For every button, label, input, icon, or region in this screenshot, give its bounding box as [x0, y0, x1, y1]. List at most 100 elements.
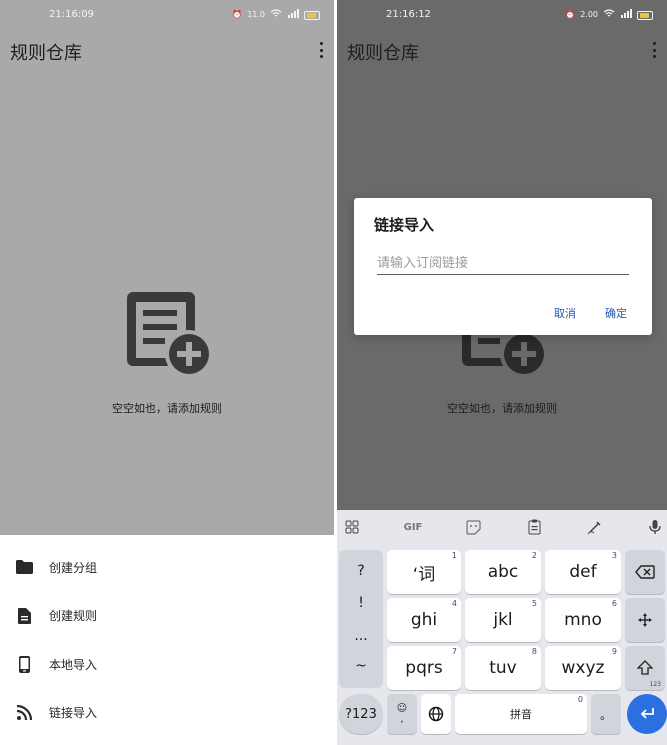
right-screen: 21:16:12 ⏰ 2.00 规则仓库 空空如也，请添加规则 链接导入 请输入… [337, 0, 667, 745]
status-bar: 21:16:12 ⏰ 2.00 [337, 0, 667, 32]
subscription-link-input[interactable] [377, 253, 629, 275]
key-hint: 6 [611, 599, 617, 608]
mic-icon[interactable] [645, 518, 665, 536]
key-label: ‘词 [412, 564, 436, 585]
left-screen: 21:16:09 ⏰ 11.0 规则仓库 空空如也，请添加规则 创建分组 创建规… [0, 0, 334, 745]
status-bar: 21:16:09 ⏰ 11.0 [0, 0, 334, 32]
status-time: 21:16:09 [49, 9, 94, 20]
key-4[interactable]: ghi 4 [387, 598, 461, 642]
key-label: def [569, 562, 597, 582]
key-label: tuv [489, 658, 517, 678]
key-7[interactable]: pqrs 7 [387, 646, 461, 690]
key-label: pqrs [405, 658, 443, 678]
status-icons: ⏰ 2.00 [565, 9, 653, 21]
keyboard-toolbar: GIF [337, 510, 667, 543]
sheet-item-create-rule[interactable]: 创建规则 [0, 592, 334, 641]
more-options-icon[interactable] [651, 42, 657, 58]
shift-icon [637, 660, 653, 675]
key-label: mno [564, 610, 602, 630]
emoji-comma-key[interactable]: ☺ , [387, 694, 417, 734]
key-hint: 2 [531, 551, 537, 560]
cursor-move-key[interactable] [625, 598, 665, 642]
key-hint: 1 [451, 551, 457, 560]
key-hint: 4 [451, 599, 457, 608]
confirm-button[interactable]: 确定 [605, 305, 627, 321]
symbol-column: ? ! ... ~ [339, 550, 383, 688]
key-9[interactable]: wxyz 9 [545, 646, 621, 690]
key-hint: 8 [531, 647, 537, 656]
symbol-key[interactable]: ! [339, 595, 383, 611]
key-hint: 3 [611, 551, 617, 560]
sheet-item-label: 本地导入 [49, 657, 98, 672]
space-key[interactable]: 拼音 0 [455, 694, 587, 734]
add-document-icon [127, 292, 213, 378]
key-hint: 0 [577, 695, 583, 704]
clipboard-icon[interactable] [524, 518, 544, 536]
empty-state: 空空如也，请添加规则 [0, 288, 334, 416]
backspace-icon [635, 565, 655, 579]
key-3[interactable]: def 3 [545, 550, 621, 594]
rss-icon [15, 704, 33, 722]
folder-icon [15, 558, 33, 576]
emoji-icon: ☺ [396, 703, 408, 714]
dialog-title: 链接导入 [374, 216, 435, 234]
status-icons: ⏰ 11.0 [232, 9, 320, 21]
keyboard: GIF ? ! ... ~ ‘词 1 abc 2 def 3 ghi 4 jkl… [337, 510, 667, 745]
sheet-item-link-import[interactable]: 链接导入 [0, 689, 334, 738]
link-import-dialog: 链接导入 取消 确定 [354, 198, 652, 335]
enter-button[interactable] [627, 694, 667, 734]
grid-icon[interactable] [342, 518, 362, 536]
key-2[interactable]: abc 2 [465, 550, 541, 594]
key-6[interactable]: mno 6 [545, 598, 621, 642]
sticker-icon[interactable] [463, 518, 483, 536]
sheet-item-local-import[interactable]: 本地导入 [0, 640, 334, 689]
wifi-icon [270, 9, 282, 21]
symbol-key[interactable]: ? [339, 563, 383, 579]
battery-icon [637, 10, 653, 20]
key-label: jkl [493, 610, 513, 630]
globe-icon [428, 706, 444, 722]
battery-icon [304, 10, 320, 20]
alarm-icon: ⏰ [232, 10, 243, 19]
network-speed: 11.0 [247, 10, 265, 19]
gif-button[interactable]: GIF [402, 518, 424, 536]
key-hint: 123 [649, 681, 661, 688]
alarm-icon: ⏰ [565, 10, 576, 19]
key-label: wxyz [561, 658, 605, 678]
enter-arrow-icon [640, 708, 654, 719]
sheet-item-create-group[interactable]: 创建分组 [0, 543, 334, 592]
page-title: 规则仓库 [10, 43, 82, 64]
space-label: 拼音 [510, 708, 532, 721]
key-hint: 5 [531, 599, 537, 608]
move-cursor-icon [638, 613, 652, 627]
key-1[interactable]: ‘词 1 [387, 550, 461, 594]
language-key[interactable] [421, 694, 451, 734]
wifi-icon [603, 9, 615, 21]
more-options-icon[interactable] [318, 42, 324, 58]
handwriting-icon[interactable] [584, 518, 604, 536]
network-speed: 2.00 [580, 10, 598, 19]
page-title: 规则仓库 [347, 43, 419, 64]
comma-label: , [400, 714, 404, 725]
empty-text: 空空如也，请添加规则 [447, 402, 557, 415]
backspace-key[interactable] [625, 550, 665, 594]
key-hint: 7 [451, 647, 457, 656]
key-8[interactable]: tuv 8 [465, 646, 541, 690]
bottom-sheet: 创建分组 创建规则 本地导入 链接导入 [0, 535, 334, 745]
sheet-item-label: 链接导入 [49, 706, 98, 721]
document-icon [15, 607, 33, 625]
key-hint: 9 [611, 647, 617, 656]
sheet-item-label: 创建分组 [49, 560, 98, 575]
symbol-key[interactable]: ~ [339, 658, 383, 674]
number-switch-key[interactable]: ?123 [339, 694, 383, 734]
signal-icon [287, 9, 299, 21]
signal-icon [620, 9, 632, 21]
key-label: abc [487, 562, 519, 582]
period-key[interactable]: 。 [591, 694, 621, 734]
cancel-button[interactable]: 取消 [554, 305, 576, 321]
phone-icon [15, 655, 33, 673]
shift-key[interactable]: 123 [625, 646, 665, 690]
sheet-item-label: 创建规则 [49, 609, 98, 624]
key-5[interactable]: jkl 5 [465, 598, 541, 642]
symbol-key[interactable]: ... [339, 628, 383, 644]
